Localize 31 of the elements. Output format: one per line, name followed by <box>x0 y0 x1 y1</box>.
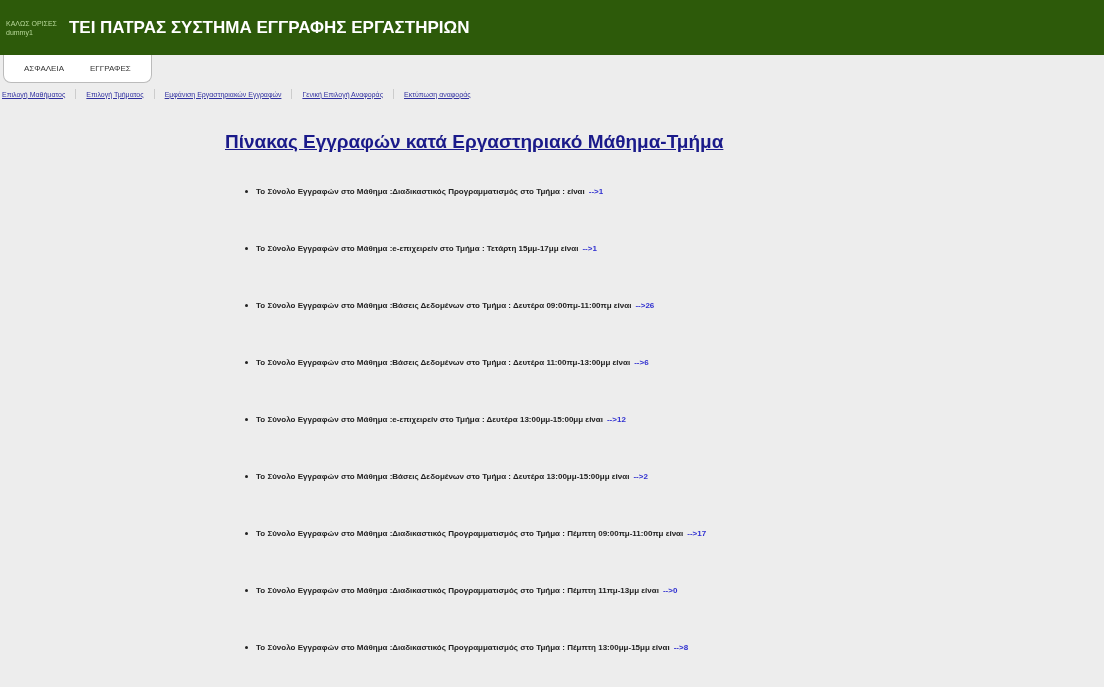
bullet-icon <box>245 304 248 307</box>
enrollment-text: Το Σύνολο Εγγραφών στο Μάθημα :Βάσεις Δεδομένων στο Τμήμα : Δευτέρα 11:00πμ-13:00μμ είναι <box>256 358 631 367</box>
bullet-icon <box>245 418 248 421</box>
count-link[interactable]: -->17 <box>687 529 707 538</box>
bullet-icon <box>245 247 248 250</box>
menu-tab[interactable]: ΕΓΓΡΑΦΕΣ <box>80 61 141 76</box>
count-link[interactable]: -->8 <box>673 643 689 652</box>
enrollment-text: Το Σύνολο Εγγραφών στο Μάθημα :Διαδικαστικός Προγραμματισμός στο Τμήμα : Πέμπτη 13:00μμ-15μμ είναι <box>256 643 670 652</box>
menu-tab[interactable]: ΑΣΦΑΛΕΙΑ <box>14 61 74 76</box>
bullet-icon <box>245 646 248 649</box>
page-heading: Πίνακας Εγγραφών κατά Εργαστηριακό Μάθημα-Τμήμα <box>225 131 725 153</box>
site-title: ΤΕΙ ΠΑΤΡΑΣ ΣΥΣΤΗΜΑ ΕΓΓΡΑΦΗΣ ΕΡΓΑΣΤΗΡΙΩΝ <box>68 17 470 38</box>
count-link[interactable]: -->2 <box>633 472 648 481</box>
bullet-icon <box>245 361 248 364</box>
count-link[interactable]: -->1 <box>582 244 597 253</box>
enrollment-text: Το Σύνολο Εγγραφών στο Μάθημα :Βάσεις Δεδομένων στο Τμήμα : Δευτέρα 09:00πμ-11:00πμ είναι <box>256 301 632 310</box>
count-link[interactable]: -->12 <box>606 415 626 424</box>
enrollment-text: Το Σύνολο Εγγραφών στο Μάθημα :Διαδικαστικός Προγραμματισμός στο Τμήμα : Πέμπτη 11πμ-13μμ είναι <box>256 586 659 595</box>
enrollment-text: Το Σύνολο Εγγραφών στο Μάθημα :e-επιχειρείν στο Τμήμα : Τετάρτη 15μμ-17μμ είναι <box>256 244 579 253</box>
enrollment-text: Το Σύνολο Εγγραφών στο Μάθημα :Διαδικαστικός Προγραμματισμός στο Τμήμα : Πέμπτη 09:00πμ-11:00πμ είναι <box>256 529 684 538</box>
enrollment-text: Το Σύνολο Εγγραφών στο Μάθημα :e-επιχειρείν στο Τμήμα : Δευτέρα 13:00μμ-15:00μμ είναι <box>256 415 603 424</box>
bullet-icon <box>245 589 248 592</box>
bullet-icon <box>245 532 248 535</box>
enrollment-text: Το Σύνολο Εγγραφών στο Μάθημα :Διαδικαστικός Προγραμματισμός στο Τμήμα : είναι <box>256 187 585 196</box>
bullet-icon <box>245 190 248 193</box>
count-link[interactable]: -->1 <box>588 187 604 196</box>
enrollment-text: Το Σύνολο Εγγραφών στο Μάθημα :Βάσεις Δεδομένων στο Τμήμα : Δευτέρα 13:00μμ-15:00μμ είναι <box>256 472 630 481</box>
count-link[interactable]: -->6 <box>634 358 649 367</box>
bullet-icon <box>245 475 248 478</box>
count-link[interactable]: -->26 <box>635 301 655 310</box>
count-link[interactable]: -->0 <box>662 586 678 595</box>
